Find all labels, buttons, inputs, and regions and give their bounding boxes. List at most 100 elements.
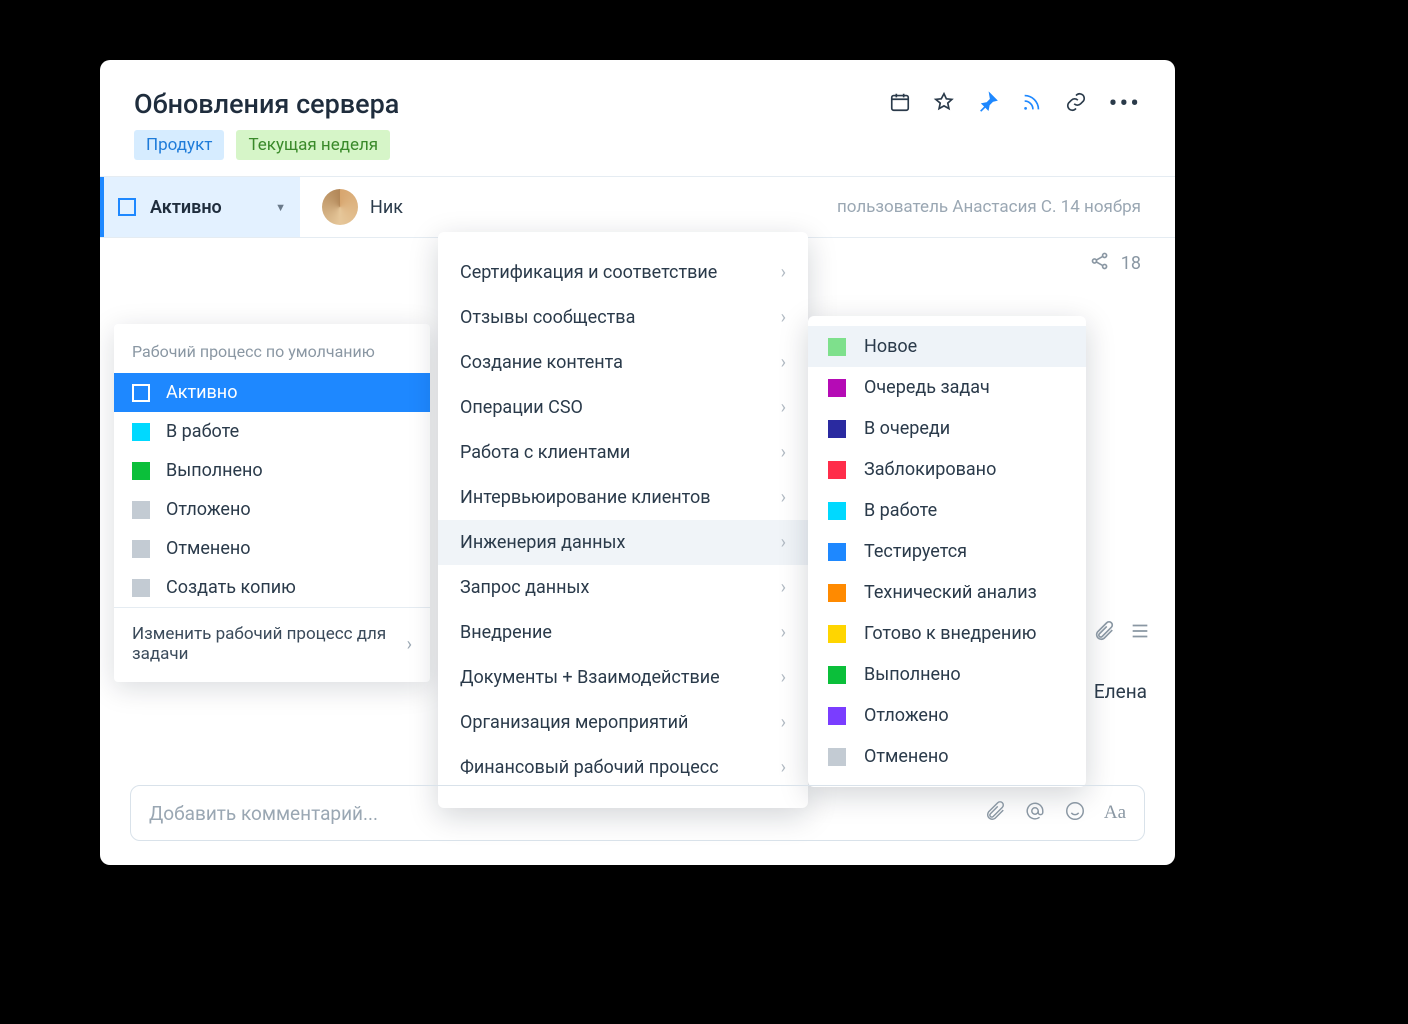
status-submenu-item[interactable]: Технический анализ (808, 572, 1086, 613)
status-submenu-label: Отложено (864, 705, 949, 726)
star-icon[interactable] (933, 91, 955, 117)
workflow-menu-label: Создание контента (460, 352, 623, 373)
workflow-menu-item[interactable]: Документы + Взаимодействие › (438, 655, 808, 700)
page-title: Обновления сервера (134, 88, 889, 120)
status-submenu-label: Отменено (864, 746, 949, 767)
emoji-icon[interactable] (1064, 800, 1086, 827)
workflow-menu-item[interactable]: Финансовый рабочий процесс › (438, 745, 808, 790)
status-submenu-item[interactable]: В работе (808, 490, 1086, 531)
assignee-2: Елена (1094, 680, 1147, 703)
chevron-right-icon: › (781, 757, 786, 778)
status-submenu-item[interactable]: Заблокировано (808, 449, 1086, 490)
status-submenu-item[interactable]: Готово к внедрению (808, 613, 1086, 654)
pin-icon[interactable] (977, 91, 999, 117)
workflow-menu-item[interactable]: Интервьюирование клиентов› (438, 475, 808, 520)
chevron-right-icon: › (781, 397, 786, 418)
workflow-menu-label: Финансовый рабочий процесс (460, 757, 719, 778)
chevron-right-icon: › (781, 352, 786, 373)
list-icon[interactable] (1129, 620, 1151, 646)
workflow-menu-label: Отзывы сообщества (460, 307, 635, 328)
status-submenu-item[interactable]: Выполнено (808, 654, 1086, 695)
status-color-icon (828, 338, 846, 356)
workflow-menu-item[interactable]: Отзывы сообщества› (438, 295, 808, 340)
task-window: Обновления сервера ••• Продукт Текущая н… (100, 60, 1175, 865)
workflow-menu-label: Организация мероприятий (460, 712, 688, 733)
status-submenu-label: В очереди (864, 418, 950, 439)
link-icon[interactable] (1065, 91, 1087, 117)
status-submenu-label: Заблокировано (864, 459, 996, 480)
workflow-menu-item[interactable]: Создание контента › (438, 340, 808, 385)
status-color-icon (132, 462, 150, 480)
status-submenu-item[interactable]: Тестируется (808, 531, 1086, 572)
sidepanel-heading: Рабочий процесс по умолчанию (114, 342, 430, 373)
workflow-menu-item[interactable]: Работа с клиентами › (438, 430, 808, 475)
status-dropdown[interactable]: Активно ▼ (100, 177, 300, 237)
workflow-menu-item[interactable]: Запрос данных› (438, 565, 808, 610)
comment-icons: Aa (984, 800, 1126, 827)
chevron-right-icon: › (781, 712, 786, 733)
status-submenu-label: В работе (864, 500, 937, 521)
header: Обновления сервера ••• (100, 60, 1175, 126)
workflow-menu: Сертификация и соответствие › Отзывы сообщ… (438, 232, 808, 808)
status-submenu-item[interactable]: Очередь задач (808, 367, 1086, 408)
workflow-menu-label: Работа с клиентами (460, 442, 630, 463)
status-submenu-label: Готово к внедрению (864, 623, 1036, 644)
status-submenu-label: Выполнено (864, 664, 961, 685)
status-color-icon (118, 198, 136, 216)
header-icons: ••• (889, 91, 1141, 117)
change-workflow-button[interactable]: Изменить рабочий процесс для задачи › (114, 607, 430, 682)
activity-meta: пользователь Анастасия С. 14 ноября (403, 177, 1175, 237)
status-color-icon (132, 423, 150, 441)
workflow-menu-item[interactable]: Внедрение› (438, 610, 808, 655)
attach-icon[interactable] (984, 800, 1006, 827)
status-submenu-item[interactable]: Отложено (808, 695, 1086, 736)
status-option[interactable]: Создать копию (114, 568, 430, 607)
chevron-right-icon: › (781, 667, 786, 688)
workflow-menu-item[interactable]: Организация мероприятий › (438, 700, 808, 745)
format-icon[interactable]: Aa (1104, 802, 1126, 824)
workflow-menu-label: Операции CSO (460, 397, 583, 418)
share-count: 18 (1121, 253, 1141, 274)
status-color-icon (828, 420, 846, 438)
avatar (322, 189, 358, 225)
assignee-cell[interactable]: Ник (300, 177, 403, 237)
status-option[interactable]: Выполнено (114, 451, 430, 490)
workflow-menu-item[interactable]: Операции CSO › (438, 385, 808, 430)
assignee-name: Ник (370, 197, 403, 218)
status-color-icon (828, 461, 846, 479)
chevron-right-icon: › (781, 577, 786, 598)
tag-week[interactable]: Текущая неделя (236, 130, 390, 160)
status-option-label: Создать копию (166, 577, 296, 598)
status-option[interactable]: В работе (114, 412, 430, 451)
comment-box: Aa (130, 785, 1145, 841)
status-submenu: НовоеОчередь задач В очереди Заблокировано… (808, 316, 1086, 787)
workflow-menu-item[interactable]: Сертификация и соответствие › (438, 250, 808, 295)
rss-icon[interactable] (1021, 91, 1043, 117)
status-option-label: Отложено (166, 499, 251, 520)
status-submenu-item[interactable]: Новое (808, 326, 1086, 367)
status-option[interactable]: Активно (114, 373, 430, 412)
status-option[interactable]: Отложено (114, 490, 430, 529)
calendar-icon[interactable] (889, 91, 911, 117)
change-workflow-label: Изменить рабочий процесс для задачи (132, 624, 390, 664)
status-option[interactable]: Отменено (114, 529, 430, 568)
attach-icon[interactable] (1093, 620, 1115, 646)
chevron-right-icon: › (781, 487, 786, 508)
chevron-right-icon: › (781, 262, 786, 283)
share-icon[interactable] (1089, 250, 1111, 277)
status-submenu-item[interactable]: В очереди (808, 408, 1086, 449)
status-submenu-label: Тестируется (864, 541, 967, 562)
workflow-menu-label: Документы + Взаимодействие (460, 667, 720, 688)
chevron-right-icon: › (407, 634, 412, 655)
chevron-right-icon: › (781, 622, 786, 643)
tag-product[interactable]: Продукт (134, 130, 224, 160)
status-color-icon (132, 540, 150, 558)
tag-row: Продукт Текущая неделя (100, 126, 1175, 176)
comment-input[interactable] (149, 802, 984, 825)
workflow-menu-label: Сертификация и соответствие (460, 262, 717, 283)
status-submenu-item[interactable]: Отменено (808, 736, 1086, 777)
workflow-menu-item[interactable]: Инженерия данных› (438, 520, 808, 565)
detail-tools (1093, 620, 1151, 646)
mention-icon[interactable] (1024, 800, 1046, 827)
chevron-right-icon: › (781, 442, 786, 463)
